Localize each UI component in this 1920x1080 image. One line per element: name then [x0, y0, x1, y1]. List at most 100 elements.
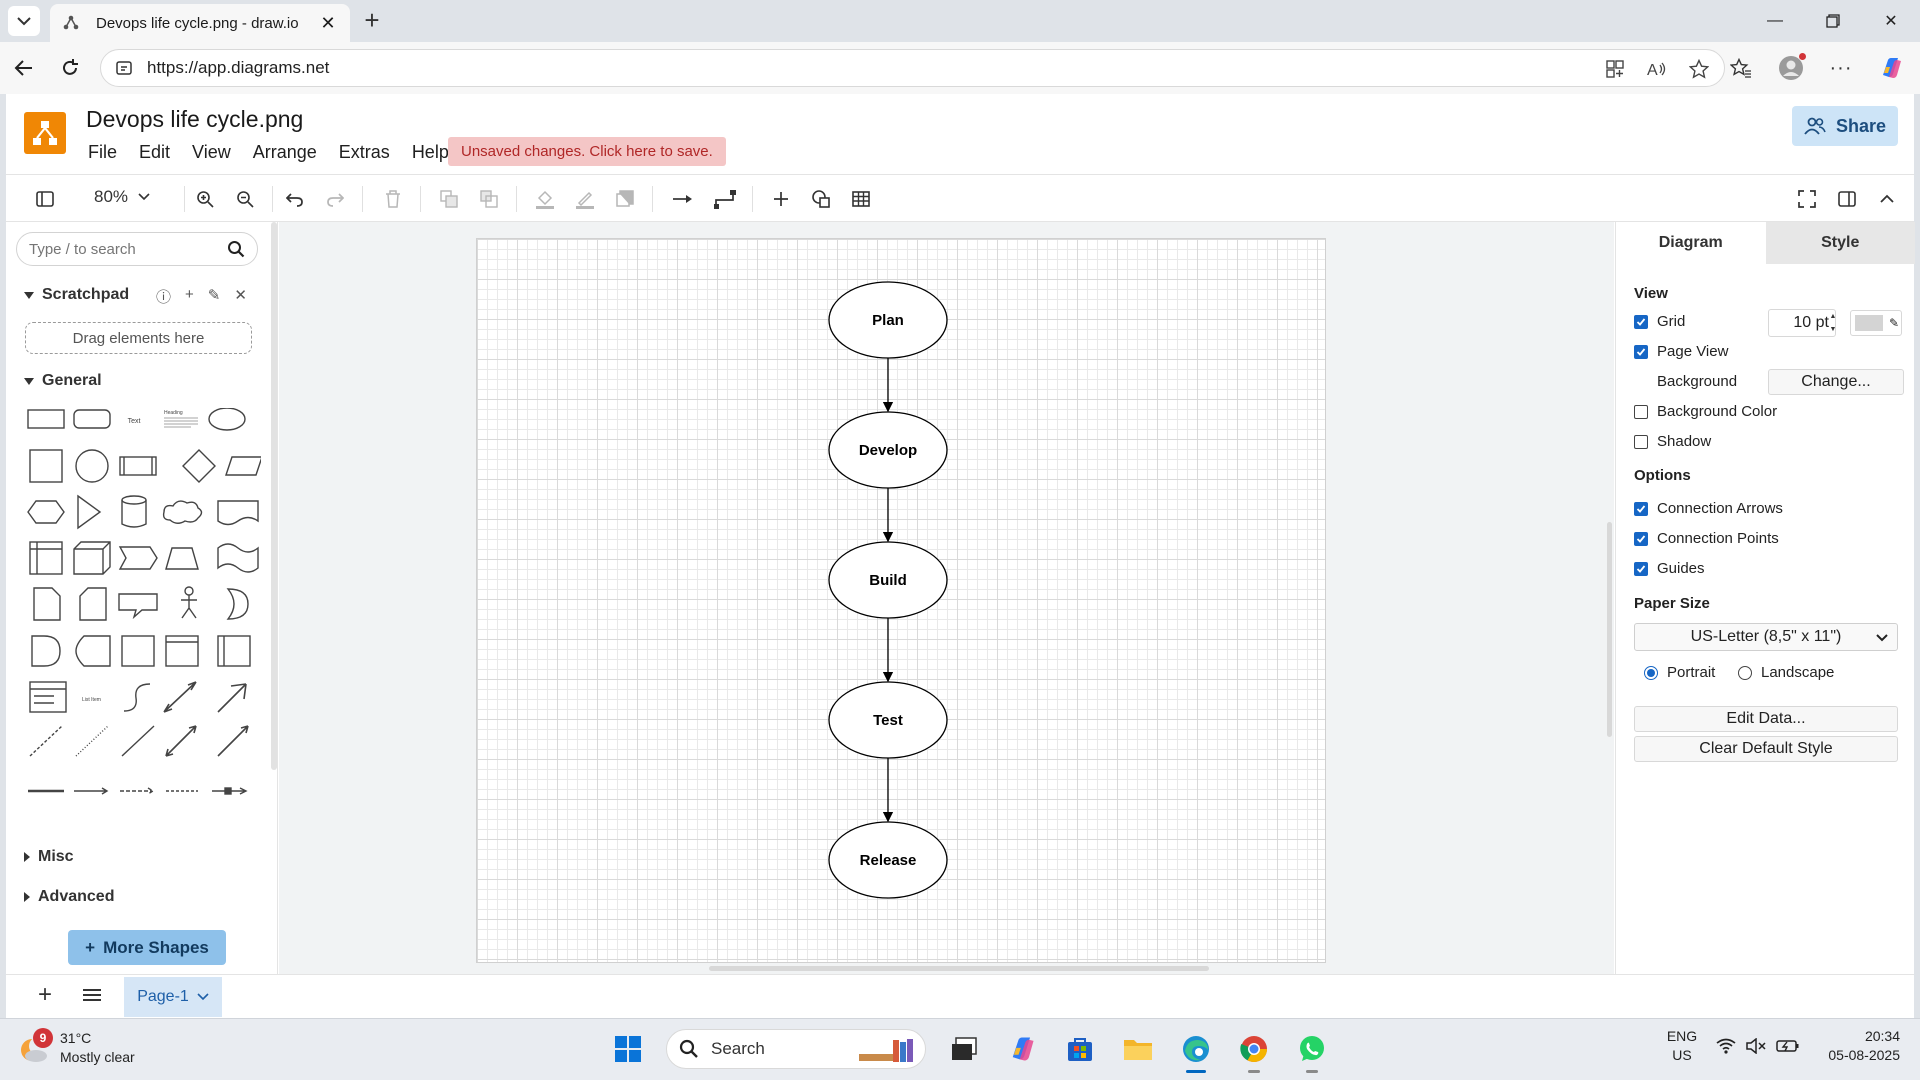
shape-dotted-line[interactable] — [75, 725, 109, 757]
diagram-canvas[interactable]: Plan Develop Build Test Release — [279, 222, 1614, 974]
shape-bidirectional-connector[interactable] — [165, 725, 197, 757]
line-color-icon[interactable] — [572, 186, 598, 212]
canvas-vertical-scrollbar[interactable] — [1607, 522, 1612, 737]
shape-directional-connector[interactable] — [217, 725, 249, 757]
change-background-button[interactable]: Change... — [1768, 369, 1904, 395]
favorite-star-icon[interactable] — [1688, 58, 1710, 80]
shape-dashed-line[interactable] — [29, 725, 63, 757]
shape-heading[interactable]: Heading — [164, 410, 183, 416]
tab-diagram[interactable]: Diagram — [1616, 222, 1766, 264]
menu-arrange[interactable]: Arrange — [251, 142, 319, 163]
pages-menu-icon[interactable] — [80, 984, 104, 1006]
general-header[interactable]: General — [24, 372, 102, 390]
panel-toggle-icon[interactable] — [1834, 186, 1860, 212]
portrait-option[interactable]: Portrait — [1644, 664, 1715, 681]
paper-size-select[interactable]: US-Letter (8,5" x 11") — [1634, 623, 1898, 651]
edit-data-button[interactable]: Edit Data... — [1634, 706, 1898, 732]
copilot-icon[interactable] — [1876, 53, 1906, 83]
clock[interactable]: 20:34 05-08-2025 — [1814, 1027, 1900, 1065]
shape-swimlane-horizontal[interactable] — [165, 635, 199, 667]
favorites-icon[interactable] — [1726, 53, 1756, 83]
taskbar-app-whatsapp[interactable] — [1292, 1027, 1332, 1073]
shape-square[interactable] — [29, 449, 63, 483]
shape-note[interactable] — [33, 587, 61, 621]
sidebar-scrollbar[interactable] — [271, 222, 277, 770]
more-shapes-button[interactable]: + More Shapes — [68, 930, 226, 965]
menu-view[interactable]: View — [190, 142, 233, 163]
to-back-icon[interactable] — [476, 186, 502, 212]
taskbar-search[interactable]: Search — [666, 1029, 926, 1069]
shape-list-item[interactable]: List Item — [82, 697, 101, 703]
shape-card[interactable] — [79, 587, 107, 621]
connection-arrows-option[interactable]: Connection Arrows — [1634, 500, 1783, 517]
grid-color-picker[interactable]: ✎ — [1850, 310, 1902, 336]
shadow-icon[interactable] — [612, 186, 638, 212]
taskbar-app-file-explorer[interactable] — [1118, 1027, 1158, 1071]
shape-line[interactable] — [121, 725, 155, 757]
redo-icon[interactable] — [322, 186, 348, 212]
shape-list[interactable] — [29, 681, 67, 713]
to-front-icon[interactable] — [436, 186, 462, 212]
shape-parallelogram[interactable] — [225, 456, 261, 476]
collapse-chevron-up-icon[interactable] — [1874, 186, 1900, 212]
guides-checkbox[interactable] — [1634, 561, 1648, 576]
shape-tape[interactable] — [217, 543, 259, 573]
shadow-checkbox[interactable] — [1634, 434, 1648, 449]
shape-cube[interactable] — [73, 541, 111, 575]
delete-icon[interactable] — [380, 186, 406, 212]
grid-checkbox[interactable] — [1634, 314, 1648, 329]
page-tab[interactable]: Page-1 — [124, 977, 222, 1017]
minimize-icon[interactable]: — — [1746, 0, 1804, 42]
tab-list-button[interactable] — [8, 6, 40, 36]
shape-document[interactable] — [217, 500, 259, 526]
clear-default-style-button[interactable]: Clear Default Style — [1634, 736, 1898, 762]
connection-icon[interactable] — [670, 186, 696, 212]
back-icon[interactable] — [8, 52, 40, 84]
menu-help[interactable]: Help — [410, 142, 451, 163]
site-info-icon[interactable] — [115, 59, 133, 77]
background-color-option[interactable]: Background Color — [1634, 403, 1777, 420]
shape-dashed-connector[interactable] — [120, 787, 155, 795]
node-release[interactable]: Release — [828, 821, 948, 899]
misc-header[interactable]: Misc — [24, 848, 74, 866]
grid-size-input[interactable]: 10 pt — [1768, 309, 1836, 337]
app-available-icon[interactable] — [1604, 58, 1626, 80]
fill-color-icon[interactable] — [532, 186, 558, 212]
zoom-out-icon[interactable] — [232, 186, 258, 212]
fullscreen-icon[interactable] — [1794, 186, 1820, 212]
connection-points-option[interactable]: Connection Points — [1634, 530, 1779, 547]
format-panel-toggle-icon[interactable] — [32, 186, 58, 212]
profile-avatar[interactable] — [1776, 53, 1806, 83]
taskbar-app-store[interactable] — [1060, 1027, 1100, 1071]
background-color-checkbox[interactable] — [1634, 404, 1648, 419]
waypoints-icon[interactable] — [712, 186, 738, 212]
menu-file[interactable]: File — [86, 142, 119, 163]
shape-rectangle[interactable] — [27, 409, 65, 429]
address-bar[interactable]: https://app.diagrams.net A — [100, 49, 1725, 87]
node-plan[interactable]: Plan — [828, 281, 948, 359]
weather-widget[interactable]: 9 31°C Mostly clear — [18, 1028, 135, 1067]
canvas-horizontal-scrollbar[interactable] — [709, 966, 1209, 971]
add-icon[interactable]: + — [185, 286, 194, 307]
shape-process[interactable] — [119, 456, 157, 476]
tab-close-icon[interactable]: ✕ — [318, 13, 338, 34]
shape-search-input[interactable] — [16, 232, 258, 266]
node-develop[interactable]: Develop — [828, 411, 948, 489]
shadow-option[interactable]: Shadow — [1634, 433, 1711, 450]
shape-rounded-rectangle[interactable] — [73, 409, 111, 429]
diagram-page[interactable]: Plan Develop Build Test Release — [476, 238, 1326, 963]
zoom-dropdown[interactable]: 80% — [94, 187, 150, 207]
shape-arrow[interactable] — [217, 683, 247, 713]
scratchpad-header[interactable]: Scratchpad — [24, 286, 129, 304]
taskbar-app-copilot[interactable] — [1002, 1027, 1042, 1071]
shape-ellipse[interactable] — [208, 408, 246, 431]
shape-data-storage[interactable] — [75, 635, 111, 667]
browser-tab-active[interactable]: Devops life cycle.png - draw.io ✕ — [50, 4, 350, 42]
tray-icons[interactable] — [1716, 1038, 1800, 1054]
connection-arrows-checkbox[interactable] — [1634, 501, 1648, 516]
insert-shapes-icon[interactable] — [808, 186, 834, 212]
shape-triangle[interactable] — [77, 494, 102, 530]
taskbar-app-terminal[interactable] — [944, 1027, 984, 1071]
shape-and[interactable] — [31, 635, 61, 667]
shape-hexagon[interactable] — [27, 500, 65, 524]
